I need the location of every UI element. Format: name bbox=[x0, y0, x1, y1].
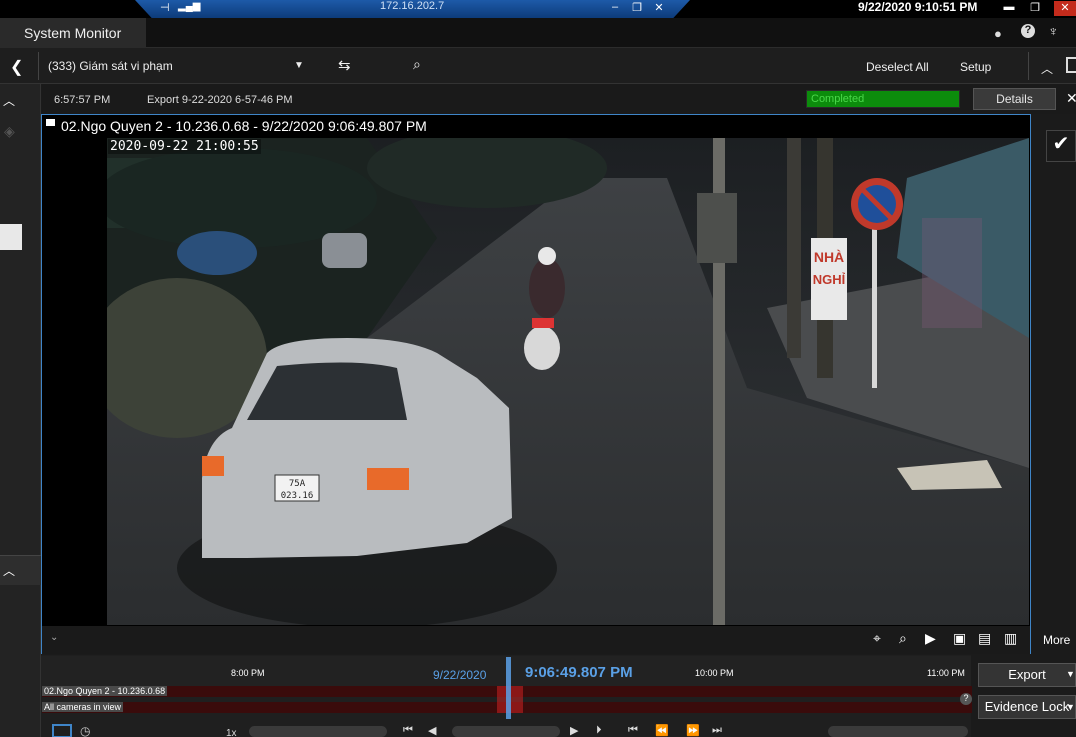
signal-icon: ▂▄▆ bbox=[178, 1, 201, 12]
motorbike bbox=[524, 326, 560, 370]
car-light-left bbox=[202, 456, 224, 476]
export-time: 6:57:57 PM bbox=[54, 94, 111, 106]
plate-line-2: 023.16 bbox=[281, 491, 314, 501]
speed-label: 1x bbox=[226, 728, 237, 737]
remote-restore-icon[interactable]: ❐ bbox=[628, 1, 646, 16]
blue-tarp bbox=[177, 231, 257, 275]
export-progress-bar: Completed bbox=[806, 90, 960, 108]
view-selector[interactable]: (333) Giám sát vi phạm bbox=[48, 59, 173, 73]
search-icon[interactable]: ⌕ bbox=[413, 56, 421, 73]
tick-label: 10:00 PM bbox=[695, 668, 734, 678]
tag-icon: ◈ bbox=[4, 123, 15, 139]
connection-icon[interactable]: ● bbox=[994, 26, 1002, 41]
restore-icon[interactable]: ❐ bbox=[1026, 1, 1044, 16]
sidebar-expand-chevron-icon[interactable]: ︿ bbox=[3, 562, 15, 579]
app-window: ⊣ ▂▄▆ 172.16.202.7 – ❐ ✕ 9/22/2020 9:10:… bbox=[0, 0, 1076, 737]
clipboard-icon[interactable]: ▥ bbox=[1004, 630, 1017, 647]
evidence-lock-button[interactable]: Evidence Lock bbox=[978, 695, 1076, 719]
osd-timestamp: 2020-09-22 21:00:55 bbox=[108, 139, 261, 154]
tick-label: 8:00 PM bbox=[231, 668, 265, 678]
car-light-right bbox=[367, 468, 409, 490]
play-icon[interactable]: ▶ bbox=[570, 724, 578, 737]
jog-slider[interactable] bbox=[452, 726, 560, 737]
search-video-icon[interactable]: ⌕ bbox=[899, 630, 907, 647]
progress-status: Completed bbox=[811, 93, 865, 105]
tile-title: 02.Ngo Quyen 2 - 10.236.0.68 - 9/22/2020… bbox=[61, 118, 427, 134]
timeline-time: 9:06:49.807 PM bbox=[525, 664, 633, 681]
back-chevron-icon[interactable]: ❮ bbox=[10, 57, 23, 77]
video-frame: NHÀ NGHỈ 75A 023.16 bbox=[107, 138, 1029, 625]
remote-minimize-icon[interactable]: – bbox=[606, 1, 624, 16]
checkmark-icon[interactable]: ✔ bbox=[1046, 130, 1076, 162]
deselect-all-button[interactable]: Deselect All bbox=[866, 60, 929, 74]
plate-line-1: 75A bbox=[289, 479, 306, 489]
camera-video[interactable]: NHÀ NGHỈ 75A 023.16 bbox=[107, 138, 1029, 625]
tile-chevron-down-icon[interactable]: ⌄ bbox=[50, 632, 58, 643]
map-pin-icon[interactable]: ⌖ bbox=[873, 630, 881, 647]
divider bbox=[1028, 52, 1029, 80]
riders bbox=[529, 258, 565, 318]
camera-icon bbox=[46, 119, 55, 126]
export-name: Export 9-22-2020 6-57-46 PM bbox=[147, 94, 293, 106]
chevron-up-icon[interactable]: ︿ bbox=[1041, 60, 1053, 77]
setup-button[interactable]: Setup bbox=[960, 60, 991, 74]
timeline-help-icon[interactable]: ? bbox=[960, 693, 972, 705]
export-dropdown-icon[interactable]: ▼ bbox=[1066, 669, 1075, 679]
save-icon[interactable]: ▣ bbox=[953, 630, 966, 647]
cyclo bbox=[697, 193, 737, 263]
clock-icon[interactable]: ◷ bbox=[80, 724, 90, 737]
help-icon[interactable]: ? bbox=[1021, 24, 1035, 38]
export-button[interactable]: Export bbox=[978, 663, 1076, 687]
tick-label: 11:00 PM bbox=[927, 668, 965, 678]
play-reverse-icon[interactable]: ◀ bbox=[428, 724, 436, 737]
tile-toolbar bbox=[42, 626, 1030, 654]
sign-line-1: NHÀ bbox=[814, 249, 844, 265]
pink-light bbox=[922, 218, 982, 328]
speed-slider[interactable] bbox=[249, 726, 387, 737]
tab-system-monitor[interactable]: System Monitor bbox=[0, 18, 146, 48]
tail-light bbox=[532, 318, 554, 328]
left-sidebar bbox=[0, 84, 41, 737]
minimize-icon[interactable]: ▬ bbox=[1000, 1, 1018, 16]
swap-view-icon[interactable]: ⇆ bbox=[338, 56, 351, 74]
print-icon[interactable]: ▤ bbox=[978, 630, 991, 647]
helmet bbox=[538, 247, 556, 265]
playhead[interactable] bbox=[506, 657, 511, 719]
skip-end-icon[interactable]: ⏭ bbox=[712, 724, 722, 737]
track-label: 02.Ngo Quyen 2 - 10.236.0.68 bbox=[42, 686, 168, 696]
clip-select-icon[interactable] bbox=[52, 724, 72, 737]
tree-trunk bbox=[787, 138, 801, 358]
sign-line-2: NGHỈ bbox=[813, 272, 846, 287]
key-icon[interactable]: ♆ bbox=[1048, 23, 1059, 39]
skip-back-icon[interactable]: ⏮ bbox=[403, 724, 413, 737]
step-forward-icon[interactable]: ⏵ bbox=[596, 724, 602, 737]
track-label: All cameras in view bbox=[42, 702, 124, 712]
evidence-lock-dropdown-icon[interactable]: ▼ bbox=[1066, 702, 1075, 712]
clock: 9/22/2020 9:10:51 PM bbox=[858, 0, 978, 14]
remote-ip: 172.16.202.7 bbox=[380, 0, 445, 12]
timeline-date: 9/22/2020 bbox=[433, 668, 487, 682]
next-icon[interactable]: ⏩ bbox=[686, 724, 700, 737]
tab-row bbox=[0, 18, 1076, 48]
skip-start-icon[interactable]: ⏮ bbox=[628, 724, 638, 737]
prev-icon[interactable]: ⏪ bbox=[655, 724, 669, 737]
sign-pole bbox=[872, 228, 877, 388]
chevron-down-icon[interactable]: ▼ bbox=[294, 60, 304, 71]
close-icon[interactable]: ✕ bbox=[1054, 1, 1076, 16]
panel-icon[interactable] bbox=[1066, 57, 1076, 73]
remote-close-icon[interactable]: ✕ bbox=[650, 1, 668, 16]
divider bbox=[38, 52, 39, 80]
pin-icon[interactable]: ⊣ bbox=[160, 1, 170, 14]
video-camera-icon[interactable]: ▶ bbox=[925, 630, 936, 647]
sidebar-handle[interactable] bbox=[0, 224, 22, 250]
details-button[interactable]: Details bbox=[973, 88, 1056, 110]
parked-bike bbox=[322, 233, 367, 268]
sidebar-collapse-chevron-icon[interactable]: ︿ bbox=[3, 92, 15, 109]
zoom-slider[interactable] bbox=[828, 726, 968, 737]
more-button[interactable]: More bbox=[1043, 633, 1070, 647]
close-export-icon[interactable]: ✕ bbox=[1066, 90, 1076, 107]
